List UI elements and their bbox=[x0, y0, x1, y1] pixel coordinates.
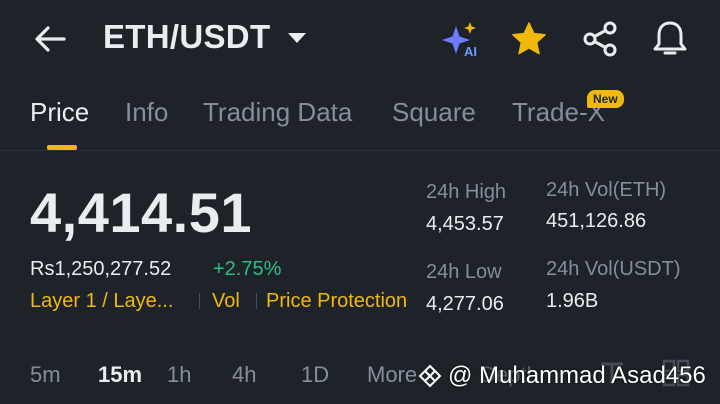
stat-vol-base-value: 451,126.86 bbox=[546, 210, 647, 232]
stat-high-label: 24h High bbox=[426, 181, 507, 203]
interval-5m[interactable]: 5m bbox=[30, 362, 61, 388]
back-arrow-icon[interactable] bbox=[30, 22, 70, 56]
interval-1h[interactable]: 1h bbox=[167, 362, 191, 388]
interval-1d[interactable]: 1D bbox=[301, 362, 329, 388]
tab-price[interactable]: Price bbox=[30, 97, 89, 128]
star-icon[interactable] bbox=[510, 20, 548, 58]
divider bbox=[0, 150, 720, 151]
watermark: @ Muhammad Asad456 bbox=[418, 362, 706, 390]
tag-separator bbox=[256, 293, 257, 309]
svg-text:AI: AI bbox=[464, 44, 477, 58]
interval-more[interactable]: More bbox=[367, 362, 417, 388]
tab-trading-data[interactable]: Trading Data bbox=[203, 97, 352, 128]
stat-low-value: 4,277.06 bbox=[426, 293, 504, 315]
stat-low-label: 24h Low bbox=[426, 261, 502, 283]
interval-15m[interactable]: 15m bbox=[98, 362, 142, 388]
interval-4h[interactable]: 4h bbox=[232, 362, 256, 388]
bell-icon[interactable] bbox=[650, 18, 690, 58]
new-badge: New bbox=[587, 90, 624, 108]
stat-vol-base-label: 24h Vol(ETH) bbox=[546, 179, 667, 201]
watermark-text: @ Muhammad Asad456 bbox=[448, 362, 706, 389]
trading-pair-title[interactable]: ETH/USDT bbox=[103, 18, 270, 56]
share-icon[interactable] bbox=[580, 20, 620, 58]
price-change-percent: +2.75% bbox=[213, 258, 282, 280]
tag-layer1[interactable]: Layer 1 / Laye... bbox=[30, 290, 173, 313]
tab-info[interactable]: Info bbox=[125, 97, 168, 128]
fiat-price: Rs1,250,277.52 bbox=[30, 258, 172, 280]
stat-vol-quote-label: 24h Vol(USDT) bbox=[546, 258, 681, 280]
binance-logo-icon bbox=[418, 364, 442, 388]
last-price: 4,414.51 bbox=[30, 181, 252, 244]
stat-high-value: 4,453.57 bbox=[426, 213, 504, 235]
tag-price-protection[interactable]: Price Protection bbox=[266, 290, 407, 313]
chevron-down-icon[interactable] bbox=[288, 33, 306, 43]
ai-sparkle-icon[interactable]: AI bbox=[440, 20, 482, 58]
tab-square[interactable]: Square bbox=[392, 97, 476, 128]
tag-vol[interactable]: Vol bbox=[212, 290, 240, 313]
stat-vol-quote-value: 1.96B bbox=[546, 290, 599, 312]
tag-separator bbox=[199, 293, 200, 309]
